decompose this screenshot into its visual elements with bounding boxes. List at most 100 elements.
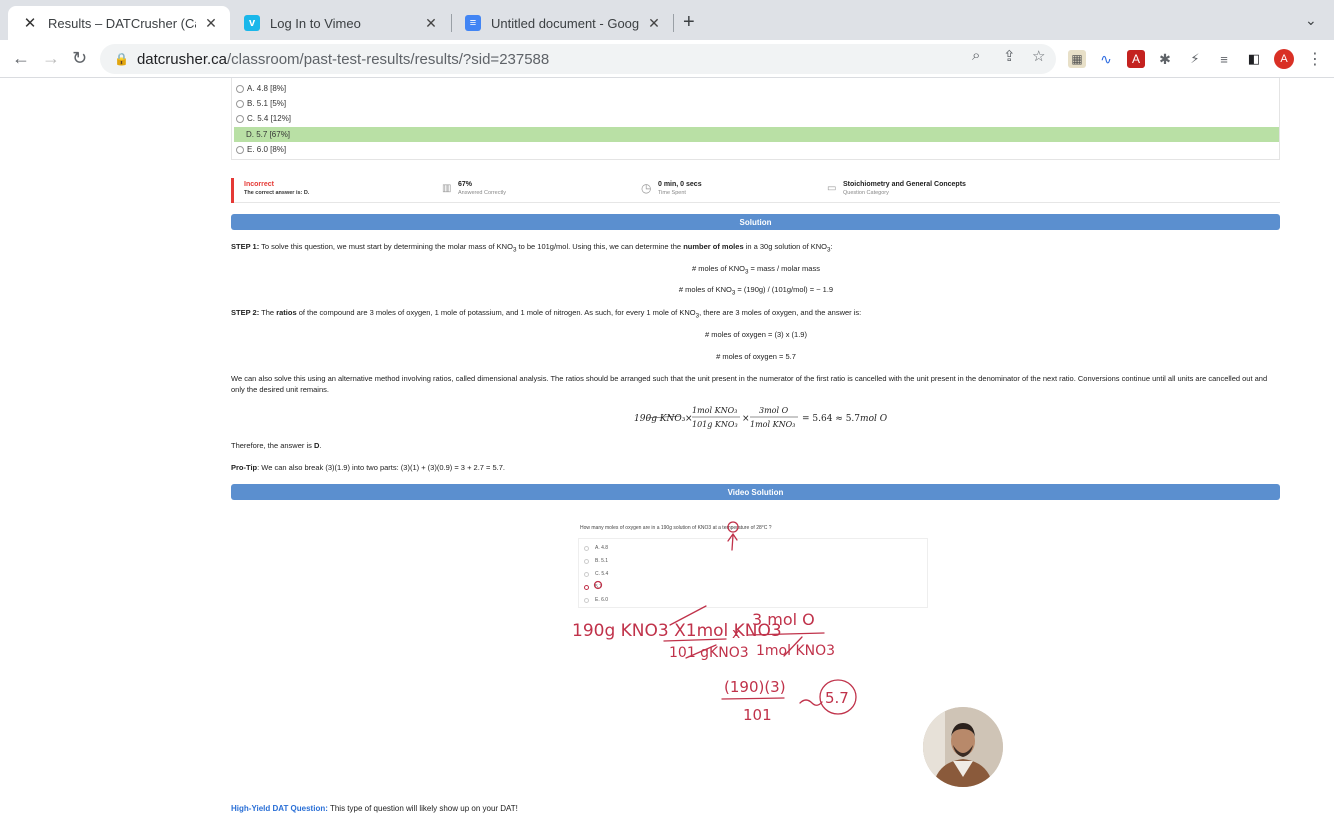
text: in a 30g solution of KNO <box>743 242 828 251</box>
close-icon[interactable]: ✕ <box>202 15 220 32</box>
ink-text: (190)(3) <box>724 678 786 696</box>
step1-text: STEP 1: To solve this question, we must … <box>231 241 1281 256</box>
close-icon[interactable]: ✕ <box>645 15 663 32</box>
text: To solve this question, we must start by… <box>259 242 513 251</box>
option-label: A. 4.8 [8%] <box>247 84 287 93</box>
bold-text: ratios <box>276 308 297 317</box>
text: = (190g) / (101g/mol) = ~ 1.9 <box>735 285 834 294</box>
equation-moles-kno3-value: # moles of KNO3 = (190g) / (101g/mol) = … <box>231 285 1281 297</box>
high-yield-note: High-Yield DAT Question: This type of qu… <box>231 804 518 813</box>
radio-icon <box>236 114 244 123</box>
vimeo-favicon-icon: v <box>244 15 260 31</box>
equation-oxygen: # moles of oxygen = (3) x (1.9) <box>705 330 807 339</box>
percent-label: Answered Correctly <box>458 190 506 196</box>
radio-icon <box>236 145 244 154</box>
result-status: Incorrect The correct answer is: D. <box>244 181 309 196</box>
alternative-method-text: We can also solve this using an alternat… <box>231 374 1268 394</box>
answer-option: C. 5.4 [12%] <box>236 111 291 126</box>
option-label: B. 5.1 [5%] <box>247 99 287 108</box>
tab-strip: ✕ Results – DATCrusher (Canadia ✕ v Log … <box>0 0 1334 40</box>
address-bar[interactable]: 🔒 datcrusher.ca/classroom/past-test-resu… <box>100 44 1056 74</box>
eq-term: 190g KNO₃ <box>634 414 686 424</box>
tab-title: Log In to Vimeo <box>270 15 361 31</box>
close-icon[interactable]: ✕ <box>422 15 440 32</box>
percent-value: 67% <box>458 181 473 188</box>
answer-options: A. 4.8 [8%] B. 5.1 [5%] C. 5.4 [12%] D. … <box>231 78 1280 160</box>
calculator-extension-icon[interactable]: ▦ <box>1068 50 1086 68</box>
ink-text: 3 mol O <box>752 610 815 629</box>
side-panel-icon[interactable]: ◧ <box>1245 50 1263 68</box>
option-label: C. 5.4 [12%] <box>247 114 292 123</box>
step-label: STEP 1: <box>231 242 260 251</box>
datcrusher-favicon-icon: ✕ <box>23 15 37 32</box>
tab-google-docs[interactable]: ≡ Untitled document - Google Do ✕ <box>451 6 673 40</box>
answer-option-correct: D. 5.7 [67%] <box>234 127 1279 142</box>
category-label: Question Category <box>843 190 889 196</box>
tab-datcrusher[interactable]: ✕ Results – DATCrusher (Canadia ✕ <box>8 6 230 40</box>
time-value: 0 min, 0 secs <box>658 181 702 188</box>
puzzle-extensions-icon[interactable]: ✱ <box>1156 50 1174 68</box>
speed-extension-icon[interactable]: ⚡ <box>1186 50 1204 68</box>
presenter-image <box>923 707 1003 787</box>
eq-result: = 5.64 ≈ 5.7mol O <box>802 414 888 424</box>
browser-toolbar: ← → ↻ 🔒 datcrusher.ca/classroom/past-tes… <box>0 40 1334 78</box>
video-solution-header: Video Solution <box>231 484 1280 500</box>
share-icon[interactable]: ⇪ <box>1003 47 1016 65</box>
tab-vimeo[interactable]: v Log In to Vimeo ✕ <box>230 6 450 40</box>
ink-arrow <box>727 532 738 551</box>
percent-correct: 67% Answered Correctly <box>458 181 506 196</box>
pdf-extension-icon[interactable]: A <box>1127 50 1145 68</box>
bookmark-star-icon[interactable]: ☆ <box>1032 47 1045 65</box>
kebab-menu-icon[interactable]: ⋮ <box>1307 49 1323 69</box>
text: This type of question will likely show u… <box>327 804 518 813</box>
forward-icon[interactable]: → <box>42 48 60 69</box>
incorrect-indicator <box>231 178 234 203</box>
radio-icon <box>236 84 244 93</box>
ink-text: 1mol KNO3 <box>756 643 835 659</box>
solution-header: Solution <box>231 214 1280 230</box>
time-spent: 0 min, 0 secs Time Spent <box>658 181 702 196</box>
high-yield-label: High-Yield DAT Question: <box>231 804 328 813</box>
back-icon[interactable]: ← <box>12 48 30 69</box>
ink-text: 190g KNO3 X1mol KNO3 <box>572 621 782 641</box>
ink-bar <box>721 697 785 700</box>
pro-tip-text: Pro-Tip: We can also break (3)(1.9) into… <box>231 462 1281 473</box>
option-label: E. 6.0 [8%] <box>247 145 287 154</box>
url-domain: datcrusher.ca <box>136 50 228 68</box>
radio-icon <box>236 99 244 108</box>
answer-option: A. 4.8 [8%] <box>236 81 286 96</box>
chevron-down-icon[interactable]: ⌄ <box>1305 12 1317 29</box>
url-path: /classroom/past-test-results/results/?si… <box>227 50 550 68</box>
ink-tilde <box>799 699 823 706</box>
text: , there are 3 moles of oxygen, and the a… <box>699 308 862 317</box>
ink-text: x <box>732 626 740 642</box>
text: = mass / molar mass <box>748 264 820 273</box>
video-player[interactable]: How many moles of oxygen are in a 190g s… <box>566 510 1006 800</box>
option-label: D. 5.7 [67%] <box>246 130 291 139</box>
clock-icon: ◷ <box>641 181 652 195</box>
new-tab-icon[interactable]: + <box>683 11 695 34</box>
step-label: STEP 2: <box>231 308 260 317</box>
ink-text: 101 <box>743 706 772 724</box>
times: × <box>742 414 750 424</box>
reload-icon[interactable]: ↻ <box>72 48 87 69</box>
therefore-text: Therefore, the answer is D. <box>231 440 1281 451</box>
eq-term: 3mol O <box>759 406 789 415</box>
ink-text: 5.7 <box>825 689 849 707</box>
text: Therefore, the answer is <box>231 441 314 450</box>
zoom-icon[interactable]: ⌕ <box>972 47 980 64</box>
eq-term: 101g KNO₃ <box>692 420 738 429</box>
step2-text: STEP 2: The ratios of the compound are 3… <box>231 307 1281 322</box>
bold-text: number of moles <box>683 242 744 251</box>
lock-icon: 🔒 <box>114 52 129 66</box>
eq-term: 1mol KNO₃ <box>750 420 795 429</box>
answer-option: B. 5.1 [5%] <box>236 96 286 111</box>
ink-text: 101 gKNO3 <box>669 645 749 661</box>
text: . <box>319 441 322 450</box>
ink-circle <box>593 580 603 590</box>
tab-separator <box>673 14 674 32</box>
media-controls-icon[interactable]: ≡ <box>1215 50 1233 68</box>
text: : <box>830 242 833 251</box>
profile-avatar[interactable]: A <box>1274 49 1294 69</box>
audio-extension-icon[interactable]: ∿ <box>1097 50 1115 68</box>
